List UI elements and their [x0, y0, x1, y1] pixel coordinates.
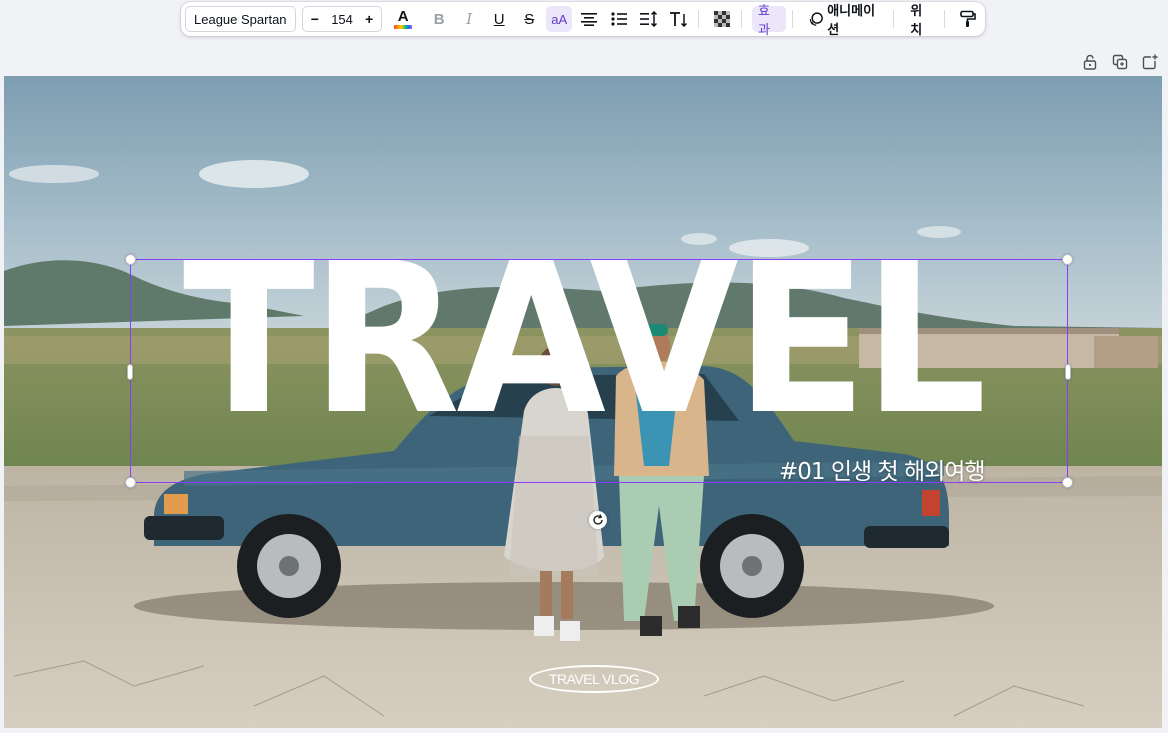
resize-handle-left[interactable]: [127, 364, 133, 380]
effects-label: 효과: [758, 3, 770, 37]
lock-icon: [1083, 54, 1097, 70]
font-family-label: League Spartan: [194, 11, 287, 27]
align-center-icon: [581, 13, 598, 26]
resize-handle-bottom-right[interactable]: [1062, 477, 1073, 488]
toolbar-divider: [944, 10, 945, 28]
animation-icon: [809, 12, 823, 26]
letter-case-icon: aA: [551, 11, 568, 27]
bold-button[interactable]: B: [426, 6, 452, 32]
transparency-button[interactable]: [709, 6, 735, 32]
position-button[interactable]: 위치: [904, 3, 938, 37]
text-color-icon: A: [397, 8, 409, 25]
duplicate-page-button[interactable]: [1110, 52, 1130, 72]
list-button[interactable]: [606, 6, 632, 32]
decrease-font-size-button[interactable]: −: [303, 7, 327, 31]
text-color-button[interactable]: A: [390, 6, 416, 32]
design-canvas[interactable]: TRAVEL #01 인생 첫 해외여행 TRAVEL VLOG: [4, 76, 1162, 728]
subtitle-text[interactable]: #01 인생 첫 해외여행: [779, 452, 986, 486]
rotate-icon: [593, 514, 603, 525]
bullet-list-icon: [611, 12, 628, 26]
alignment-button[interactable]: [576, 6, 602, 32]
page-actions: [1080, 52, 1160, 72]
text-toolbar: League Spartan − 154 + A B I U S aA 효과 애…: [181, 2, 985, 37]
font-size-value[interactable]: 154: [327, 12, 357, 27]
copy-style-button[interactable]: [955, 6, 981, 32]
font-family-dropdown[interactable]: League Spartan: [185, 6, 296, 32]
lock-page-button[interactable]: [1080, 52, 1100, 72]
resize-handle-right[interactable]: [1065, 364, 1071, 380]
vertical-text-button[interactable]: [666, 6, 692, 32]
spacing-button[interactable]: [636, 6, 662, 32]
font-size-stepper: − 154 +: [301, 6, 383, 32]
animate-button[interactable]: 애니메이션: [803, 3, 888, 37]
toolbar-divider: [698, 10, 700, 28]
toolbar-divider: [893, 10, 895, 28]
toolbar-divider: [741, 10, 743, 28]
underline-button[interactable]: U: [486, 6, 512, 32]
strikethrough-button[interactable]: S: [516, 6, 542, 32]
resize-handle-top-left[interactable]: [125, 254, 136, 265]
resize-handle-top-right[interactable]: [1062, 254, 1073, 265]
line-spacing-icon: [640, 11, 658, 27]
text-size-icon: [670, 12, 688, 27]
increase-font-size-button[interactable]: +: [357, 7, 381, 31]
effects-button[interactable]: 효과: [752, 3, 786, 37]
animate-label: 애니메이션: [827, 3, 876, 37]
add-page-button[interactable]: [1140, 52, 1160, 72]
rotate-handle[interactable]: [589, 511, 607, 529]
toolbar-divider: [791, 10, 793, 28]
resize-handle-bottom-left[interactable]: [125, 477, 136, 488]
transparency-icon: [714, 11, 731, 27]
duplicate-page-icon: [1112, 54, 1128, 70]
vlog-badge[interactable]: TRAVEL VLOG: [529, 665, 659, 693]
vlog-badge-label: TRAVEL VLOG: [548, 671, 640, 687]
travel-headline[interactable]: TRAVEL: [45, 236, 1122, 444]
bold-icon: B: [433, 10, 445, 28]
italic-button[interactable]: I: [456, 6, 482, 32]
position-label: 위치: [910, 3, 923, 37]
letter-case-button[interactable]: aA: [546, 6, 573, 32]
text-color-swatch: [394, 25, 413, 29]
underline-icon: U: [493, 10, 505, 28]
paint-roller-icon: [960, 10, 976, 27]
add-page-icon: [1142, 54, 1158, 70]
strikethrough-icon: S: [524, 10, 535, 28]
italic-icon: I: [466, 10, 473, 28]
